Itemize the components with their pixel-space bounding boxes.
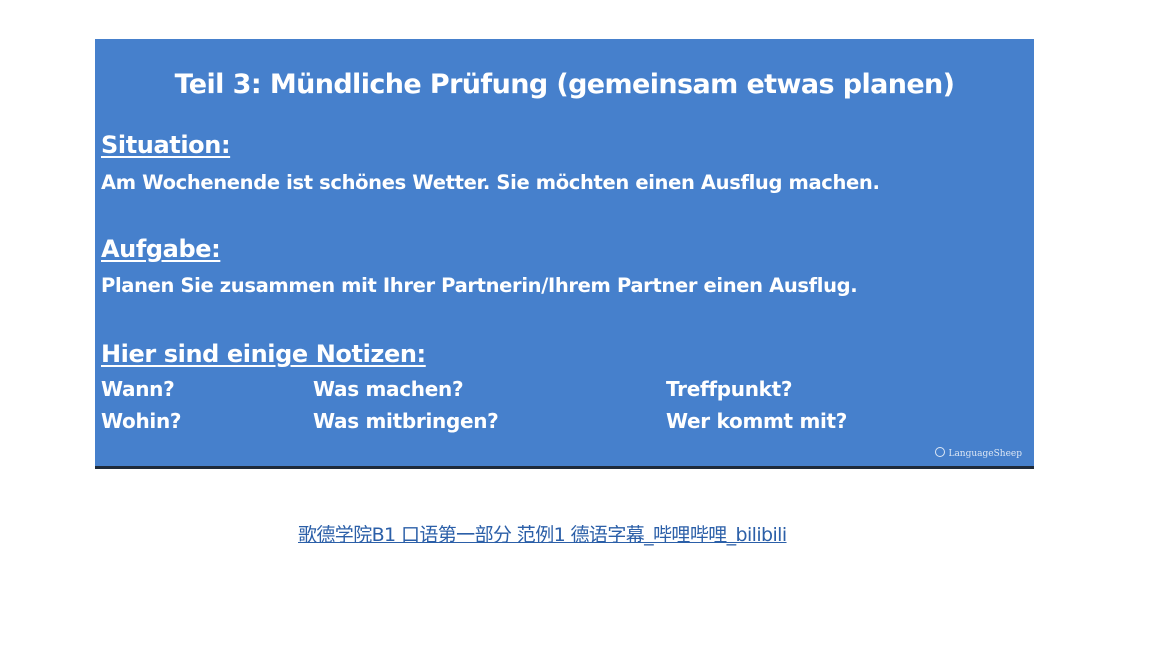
note-treffpunkt: Treffpunkt? [666,377,793,401]
slide-title: Teil 3: Mündliche Prüfung (gemeinsam etw… [174,69,955,100]
bilibili-source-link[interactable]: 歌德学院B1 口语第一部分 范例1 德语字幕_哔哩哔哩_bilibili [298,522,818,549]
watermark-text: LanguageSheep [948,449,1022,459]
situation-text: Am Wochenende ist schönes Wetter. Sie mö… [101,171,880,194]
aufgabe-heading: Aufgabe: [101,235,221,263]
note-wann: Wann? [101,377,175,401]
note-was-machen: Was machen? [313,377,464,401]
sheep-logo-icon [935,447,946,457]
situation-heading: Situation: [101,131,231,159]
page: Teil 3: Mündliche Prüfung (gemeinsam etw… [0,0,1160,645]
note-wer-kommt-mit: Wer kommt mit? [666,409,848,433]
aufgabe-text: Planen Sie zusammen mit Ihrer Partnerin/… [101,274,858,297]
note-wohin: Wohin? [101,409,182,433]
slide-bottom-bar [95,466,1034,469]
note-was-mitbringen: Was mitbringen? [313,409,499,433]
video-slide[interactable]: Teil 3: Mündliche Prüfung (gemeinsam etw… [95,39,1034,469]
watermark: LanguageSheep [935,447,1022,459]
notizen-heading: Hier sind einige Notizen: [101,340,426,368]
